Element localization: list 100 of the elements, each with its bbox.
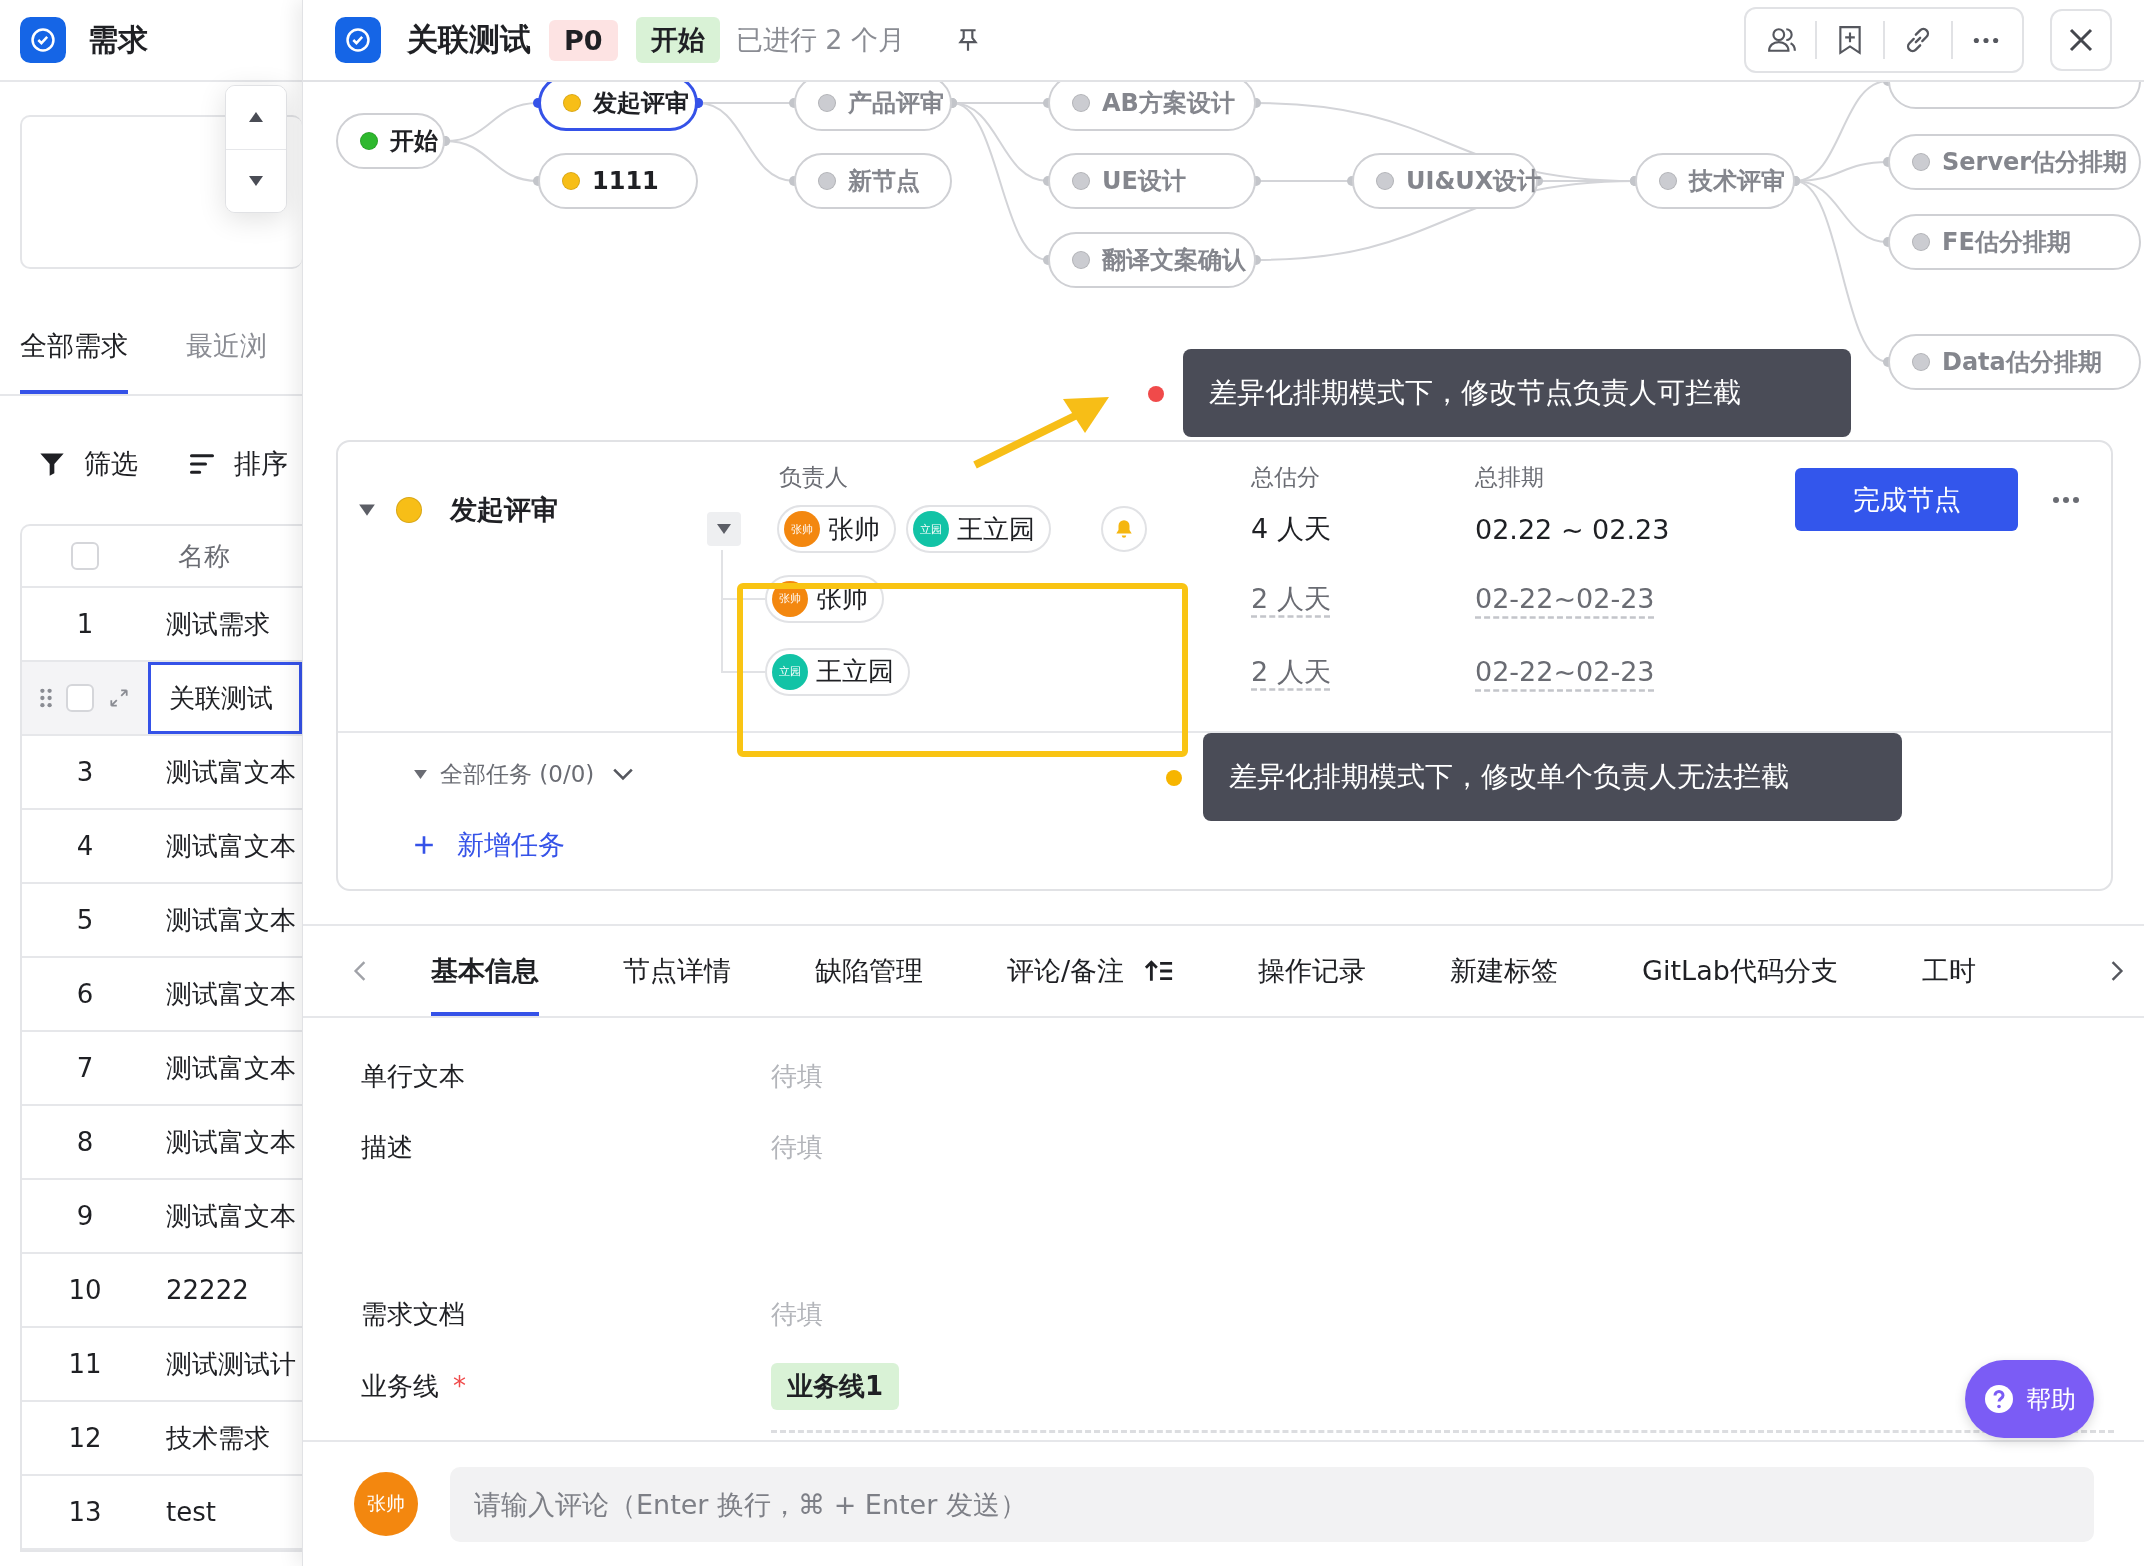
triangle-down-icon [716, 523, 732, 535]
row-number: 11 [68, 1349, 102, 1379]
flow-node[interactable]: 发起评审 [538, 82, 698, 131]
app-icon [335, 17, 381, 63]
filter-button[interactable]: 筛选 [38, 434, 138, 494]
question-icon [1983, 1384, 2014, 1414]
flow-node[interactable]: 技术评审 [1635, 153, 1795, 209]
column-label: 负责人 [779, 463, 849, 492]
column-header: 名称 [177, 539, 231, 573]
row-number: 8 [76, 1127, 94, 1157]
detail-tab[interactable]: 新建标签 [1450, 926, 1559, 1016]
collapse-caret-icon[interactable] [358, 503, 376, 517]
chevron-right-icon[interactable] [2110, 960, 2124, 982]
chevron-down-icon[interactable] [612, 767, 635, 781]
schedule-value: 02.22 ~ 02.23 [1475, 512, 1671, 547]
flow-node[interactable]: UE设计 [1048, 153, 1256, 209]
priority-tag: P0 [549, 19, 618, 61]
close-button[interactable] [2050, 9, 2112, 71]
comment-input[interactable]: 请输入评论（Enter 换行，⌘ + Enter 发送） [450, 1466, 2094, 1542]
flow-node[interactable]: 产品评审 [794, 82, 952, 131]
row-number: 10 [68, 1275, 102, 1305]
drag-handle-icon[interactable] [40, 688, 52, 708]
detail-tab[interactable]: 基本信息 [431, 926, 539, 1016]
detail-tab[interactable]: 节点详情 [623, 926, 731, 1016]
add-task-button[interactable]: 新增任务 [413, 827, 565, 863]
row-number: 7 [76, 1053, 94, 1083]
row-number: 5 [76, 905, 94, 935]
assignee-chip[interactable]: 张帅 张帅 [777, 505, 896, 553]
schedule-field[interactable]: 02-22~02-23 [1475, 635, 1655, 708]
estimate-value: 4 人天 [1251, 512, 1332, 546]
assignee-chip[interactable]: 立园 王立园 [906, 505, 1051, 553]
status-dot-icon [396, 497, 422, 523]
table-cell[interactable]: 测试测试计 [148, 1328, 302, 1400]
tasks-label[interactable]: 全部任务 (0/0) [440, 758, 595, 790]
flow-node[interactable]: AB方案设计 [1048, 82, 1256, 131]
table-cell[interactable]: 技术需求 [148, 1402, 302, 1474]
schedule-field[interactable]: 02-22~02-23 [1475, 562, 1655, 635]
table-cell[interactable]: test [148, 1476, 302, 1548]
elapsed-time: 已进行 2 个月 [735, 23, 905, 57]
triangle-up-icon [248, 111, 264, 124]
row-number: 1 [76, 609, 94, 639]
table-cell[interactable]: 测试富文本 [148, 958, 302, 1030]
expand-icon[interactable] [108, 687, 130, 709]
table-cell[interactable]: 测试富文本 [148, 736, 302, 808]
table-cell[interactable]: 关联测试 [148, 662, 302, 734]
row-number: 4 [76, 831, 94, 861]
app-icon [20, 17, 66, 63]
detail-tab[interactable]: 操作记录 [1258, 926, 1367, 1016]
complete-node-button[interactable]: 完成节点 [1795, 468, 2018, 531]
table-cell[interactable]: 测试富文本 [148, 1106, 302, 1178]
business-line-tag[interactable]: 业务线1 [771, 1362, 900, 1410]
users-icon [1767, 25, 1797, 55]
row-number: 6 [76, 979, 94, 1009]
table-cell[interactable]: 测试富文本 [148, 810, 302, 882]
detail-tab[interactable]: 评论/备注 [1007, 926, 1175, 1016]
flow-node[interactable]: 翻译文案确认 [1048, 232, 1256, 288]
field-label: 业务线 * [361, 1369, 467, 1403]
estimate-field[interactable]: 2 人天 [1251, 635, 1331, 708]
field-label: 需求文档 [361, 1297, 466, 1331]
row-number: 13 [68, 1497, 102, 1527]
avatar: 张帅 [784, 511, 820, 547]
field-label: 描述 [361, 1131, 414, 1164]
row-number: 9 [76, 1201, 94, 1231]
chevron-left-icon[interactable] [353, 960, 367, 982]
avatar: 立园 [772, 653, 808, 690]
annotation-tooltip: 差异化排期模式下，修改单个负责人无法拦截 [1203, 733, 1902, 821]
table-cell[interactable]: 测试富文本 [148, 1180, 302, 1252]
table-cell[interactable]: 测试富文本 [148, 1032, 302, 1104]
node-name: 发起评审 [450, 493, 558, 527]
table-cell[interactable]: 测试需求 [148, 588, 302, 660]
flow-node[interactable]: 1111 [538, 153, 698, 209]
more-icon[interactable] [2052, 496, 2080, 504]
field-label: 单行文本 [361, 1059, 466, 1093]
annotation-tooltip: 差异化排期模式下，修改节点负责人可拦截 [1183, 349, 1851, 437]
assignee-chip[interactable]: 立园 王立园 [765, 647, 910, 696]
sort-button[interactable]: 排序 [188, 434, 288, 494]
flow-node[interactable]: FE估分排期 [1888, 214, 2141, 270]
status-tag: 开始 [635, 17, 720, 63]
select-all-checkbox[interactable] [71, 542, 99, 570]
flow-node[interactable]: 开始 [336, 113, 445, 169]
detail-tab[interactable]: 工时 [1921, 926, 1976, 1016]
dropdown-toggle[interactable] [707, 512, 741, 546]
flow-node[interactable]: Data估分排期 [1888, 334, 2141, 390]
flow-node[interactable]: 新节点 [794, 153, 952, 209]
flow-node[interactable]: Server估分排期 [1888, 134, 2141, 190]
table-cell[interactable]: 测试富文本 [148, 884, 302, 956]
detail-tab[interactable]: 缺陷管理 [815, 926, 923, 1016]
plus-icon [413, 834, 435, 856]
estimate-field[interactable]: 2 人天 [1251, 562, 1331, 635]
triangle-down-icon[interactable] [413, 768, 428, 780]
row-checkbox[interactable] [66, 684, 94, 712]
help-button[interactable]: 帮助 [1965, 1360, 2094, 1438]
column-label: 总排期 [1475, 463, 1545, 492]
item-title: 关联测试 [407, 20, 531, 59]
avatar: 立园 [913, 511, 949, 547]
detail-tab[interactable]: GitLab代码分支 [1642, 926, 1838, 1016]
list-tab[interactable]: 全部需求 [20, 324, 128, 394]
table-cell[interactable]: 22222 [148, 1254, 302, 1326]
sort-order-icon [1144, 959, 1175, 983]
column-label: 总估分 [1251, 463, 1321, 492]
